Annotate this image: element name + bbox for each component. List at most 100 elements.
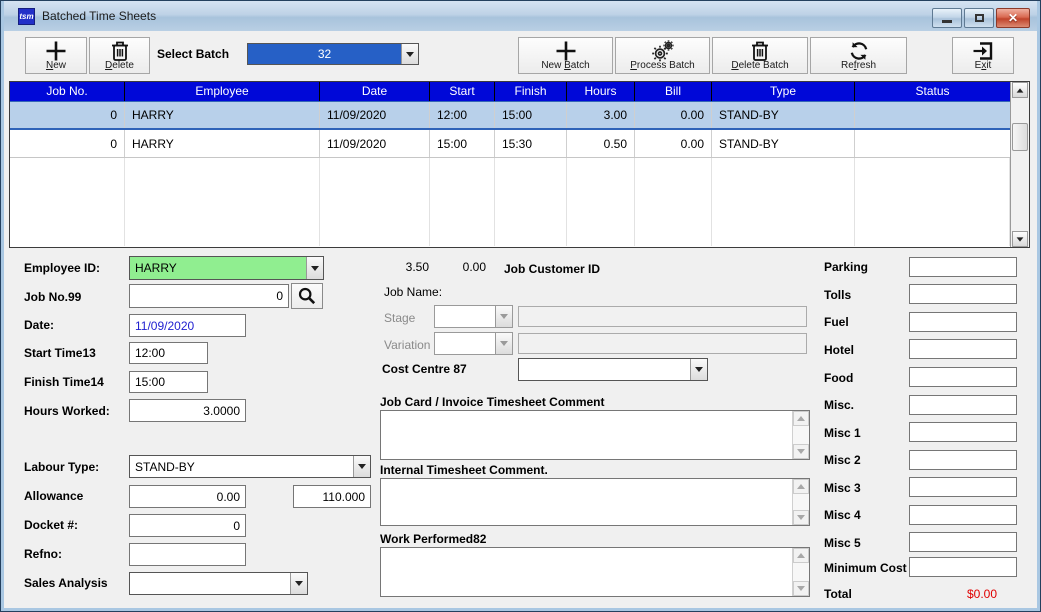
cell-start: 15:00: [430, 130, 495, 157]
hotel-input[interactable]: [909, 339, 1017, 359]
comment-scrollbar[interactable]: [792, 411, 809, 459]
misc4-input[interactable]: [909, 505, 1017, 525]
start-time-input[interactable]: [129, 342, 208, 364]
chevron-down-icon: [311, 266, 319, 271]
column-header-type[interactable]: Type: [712, 82, 855, 101]
hours-worked-input[interactable]: [129, 399, 246, 422]
cost-centre-arrow-button[interactable]: [690, 359, 707, 380]
summary-bill-value: 0.00: [451, 260, 486, 274]
job-customer-id-label: Job Customer ID: [504, 262, 600, 276]
delete-button[interactable]: Delete: [89, 37, 150, 74]
cost-centre-value: [519, 359, 690, 380]
select-batch-arrow-button[interactable]: [401, 44, 418, 64]
table-row[interactable]: 0 HARRY 11/09/2020 15:00 15:30 0.50 0.00…: [10, 130, 1010, 158]
minimum-cost-input[interactable]: [909, 557, 1017, 577]
misc2-input[interactable]: [909, 450, 1017, 470]
fuel-label: Fuel: [824, 315, 849, 329]
variation-dropdown: [434, 332, 513, 355]
cell-date: 11/09/2020: [320, 102, 430, 128]
employee-id-value: HARRY: [130, 257, 306, 279]
finish-time-input[interactable]: [129, 371, 208, 393]
scroll-up-button[interactable]: [793, 548, 809, 563]
stage-dropdown: [434, 305, 513, 328]
allowance-input[interactable]: [129, 485, 246, 508]
process-batch-button[interactable]: Process Batch: [615, 37, 710, 74]
job-no-input[interactable]: [129, 284, 289, 308]
cell-type: STAND-BY: [712, 102, 855, 128]
sales-analysis-arrow-button[interactable]: [290, 573, 307, 594]
column-header-finish[interactable]: Finish: [495, 82, 567, 101]
labour-type-arrow-button[interactable]: [353, 456, 370, 477]
minimize-button[interactable]: [932, 8, 962, 28]
new-button[interactable]: New: [25, 37, 87, 74]
misc3-input[interactable]: [909, 477, 1017, 497]
close-button[interactable]: ✕: [996, 8, 1030, 28]
cell-type: STAND-BY: [712, 130, 855, 157]
refresh-icon: [811, 39, 906, 63]
job-card-comment-textarea[interactable]: [381, 411, 792, 459]
job-name-label: Job Name:: [384, 285, 442, 299]
tolls-input[interactable]: [909, 284, 1017, 304]
select-batch-dropdown[interactable]: 32: [247, 43, 419, 65]
allowance-rate-input[interactable]: [293, 485, 371, 508]
date-input[interactable]: [129, 314, 246, 337]
comment-scrollbar[interactable]: [792, 479, 809, 525]
work-performed-textarea[interactable]: [381, 548, 792, 596]
scroll-up-button[interactable]: [793, 479, 809, 494]
sales-analysis-label: Sales Analysis: [24, 576, 108, 590]
employee-id-arrow-button[interactable]: [306, 257, 323, 279]
variation-detail-input: [518, 333, 807, 354]
triangle-down-icon: [797, 449, 805, 454]
scroll-down-button[interactable]: [793, 581, 809, 596]
chevron-down-icon: [406, 52, 414, 57]
grid-vertical-scrollbar[interactable]: [1010, 82, 1029, 247]
misc5-input[interactable]: [909, 532, 1017, 552]
column-header-start[interactable]: Start: [430, 82, 495, 101]
refno-input[interactable]: [129, 543, 246, 566]
cell-status: [855, 130, 1010, 157]
parking-input[interactable]: [909, 257, 1017, 277]
work-performed-box: [380, 547, 810, 597]
employee-id-dropdown[interactable]: HARRY: [129, 256, 324, 280]
exit-button[interactable]: Exit: [952, 37, 1014, 74]
select-batch-label: Select Batch: [157, 47, 229, 61]
chevron-down-icon: [295, 581, 303, 586]
internal-comment-textarea[interactable]: [381, 479, 792, 525]
cell-hours: 3.00: [567, 102, 635, 128]
scrollbar-thumb[interactable]: [1012, 123, 1028, 151]
fuel-input[interactable]: [909, 312, 1017, 332]
cost-centre-dropdown[interactable]: [518, 358, 708, 381]
column-header-bill[interactable]: Bill: [635, 82, 712, 101]
column-header-hours[interactable]: Hours: [567, 82, 635, 101]
timesheet-detail-form: Employee ID: Job No.99 Date: Start Time1…: [1, 249, 1041, 605]
gears-icon: [616, 39, 709, 63]
column-header-job-no[interactable]: Job No.: [10, 82, 125, 101]
labour-type-dropdown[interactable]: STAND-BY: [129, 455, 371, 478]
food-input[interactable]: [909, 367, 1017, 387]
table-row-selected[interactable]: 0 HARRY 11/09/2020 12:00 15:00 3.00 0.00…: [10, 101, 1010, 130]
comment-scrollbar[interactable]: [792, 548, 809, 596]
new-batch-button[interactable]: New Batch: [518, 37, 613, 74]
scroll-down-button[interactable]: [793, 510, 809, 525]
maximize-button[interactable]: [964, 8, 994, 28]
docket-input[interactable]: [129, 514, 246, 537]
scroll-up-button[interactable]: [793, 411, 809, 426]
sales-analysis-dropdown[interactable]: [129, 572, 308, 595]
job-search-button[interactable]: [291, 283, 323, 309]
scroll-up-button[interactable]: [1012, 82, 1028, 98]
column-header-date[interactable]: Date: [320, 82, 430, 101]
work-performed-label: Work Performed82: [380, 532, 486, 546]
misc1-input[interactable]: [909, 422, 1017, 442]
trash-icon: [90, 39, 149, 63]
misc-input[interactable]: [909, 395, 1017, 415]
delete-batch-button[interactable]: Delete Batch: [712, 37, 808, 74]
title-bar: tsm Batched Time Sheets ✕: [1, 1, 1040, 31]
refresh-button[interactable]: Refresh: [810, 37, 907, 74]
column-header-status[interactable]: Status: [855, 82, 1010, 101]
scroll-down-button[interactable]: [793, 444, 809, 459]
date-label: Date:: [24, 318, 54, 332]
minimum-cost-label: Minimum Cost: [824, 561, 907, 575]
sales-analysis-value: [130, 573, 290, 594]
column-header-employee[interactable]: Employee: [125, 82, 320, 101]
scroll-down-button[interactable]: [1012, 231, 1028, 247]
